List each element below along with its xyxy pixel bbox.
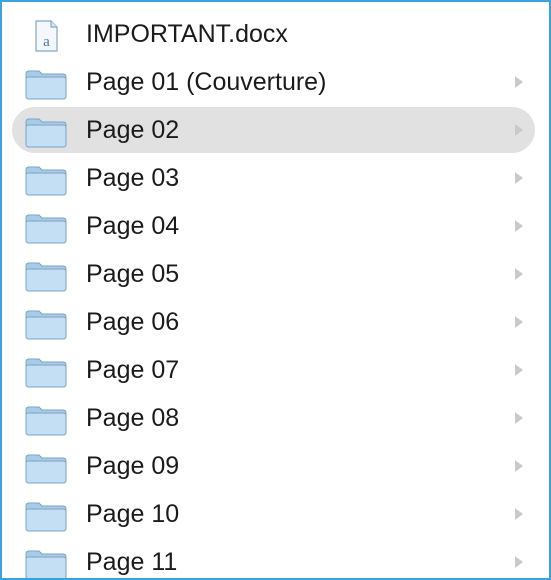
folder-icon: [25, 502, 67, 532]
folder-item-page-10[interactable]: Page 10: [12, 491, 535, 537]
disclosure-arrow-icon[interactable]: [515, 268, 523, 280]
word-document-icon: a: [35, 20, 58, 52]
folder-item-label: Page 05: [86, 260, 180, 288]
disclosure-arrow-icon[interactable]: [515, 364, 523, 376]
folder-icon: [25, 358, 67, 388]
folder-item-label: Page 10: [86, 500, 180, 528]
folder-icon: [25, 118, 67, 148]
folder-item-page-06[interactable]: Page 06: [12, 299, 535, 345]
folder-item-label: Page 02: [86, 116, 180, 144]
folder-item-page-07[interactable]: Page 07: [12, 347, 535, 393]
disclosure-arrow-icon[interactable]: [515, 316, 523, 328]
disclosure-arrow-icon[interactable]: [515, 508, 523, 520]
file-item-important-docx[interactable]: a IMPORTANT.docx: [12, 11, 535, 57]
folder-item-page-02[interactable]: Page 02: [12, 107, 535, 153]
disclosure-arrow-icon[interactable]: [515, 220, 523, 232]
folder-item-page-04[interactable]: Page 04: [12, 203, 535, 249]
folder-icon: [25, 70, 67, 100]
folder-item-label: Page 06: [86, 308, 180, 336]
folder-item-label: Page 07: [86, 356, 180, 384]
disclosure-arrow-icon[interactable]: [515, 556, 523, 568]
finder-column-pane: a IMPORTANT.docx Page 01 (Couverture) Pa…: [0, 0, 551, 580]
folder-item-page-11[interactable]: Page 11: [12, 539, 535, 578]
folder-item-label: Page 01 (Couverture): [86, 68, 327, 96]
folder-icon: [25, 214, 67, 244]
folder-item-label: Page 03: [86, 164, 180, 192]
file-item-label: IMPORTANT.docx: [86, 20, 288, 48]
folder-item-label: Page 04: [86, 212, 180, 240]
folder-item-page-01[interactable]: Page 01 (Couverture): [12, 59, 535, 105]
folder-item-label: Page 09: [86, 452, 180, 480]
folder-item-label: Page 08: [86, 404, 180, 432]
disclosure-arrow-icon[interactable]: [515, 124, 523, 136]
folder-icon: [25, 262, 67, 292]
folder-item-page-05[interactable]: Page 05: [12, 251, 535, 297]
folder-item-page-08[interactable]: Page 08: [12, 395, 535, 441]
folder-item-label: Page 11: [86, 548, 178, 576]
folder-icon: [25, 454, 67, 484]
folder-item-page-09[interactable]: Page 09: [12, 443, 535, 489]
disclosure-arrow-icon[interactable]: [515, 172, 523, 184]
disclosure-arrow-icon[interactable]: [515, 460, 523, 472]
disclosure-arrow-icon[interactable]: [515, 76, 523, 88]
folder-item-page-03[interactable]: Page 03: [12, 155, 535, 201]
folder-icon: [25, 550, 67, 578]
folder-icon: [25, 310, 67, 340]
disclosure-arrow-icon[interactable]: [515, 412, 523, 424]
svg-text:a: a: [43, 34, 50, 50]
folder-icon: [25, 406, 67, 436]
folder-icon: [25, 166, 67, 196]
